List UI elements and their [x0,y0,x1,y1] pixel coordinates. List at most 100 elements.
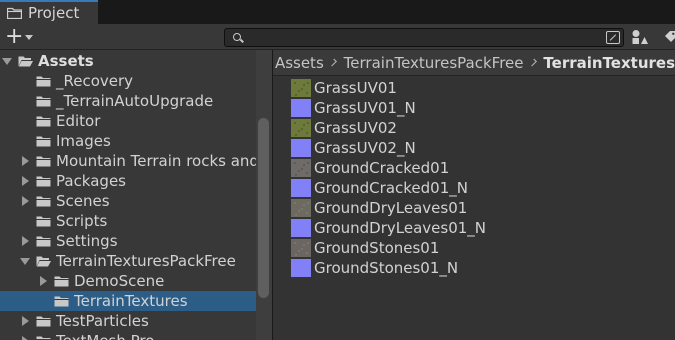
asset-item-label: GroundCracked01_N [314,179,468,197]
texture-thumbnail-icon [291,159,311,177]
normal-map-thumbnail-icon [291,259,311,277]
asset-item-label: GroundDryLeaves01 [314,199,468,217]
folder-icon [36,156,51,167]
asset-item-label: GroundStones01_N [314,259,459,277]
normal-map-thumbnail-icon [291,139,311,157]
folder-icon [54,276,69,287]
texture-thumbnail-icon [291,199,311,217]
expand-arrow-right-icon[interactable] [22,156,29,166]
asset-item-label: GrassUV01_N [314,99,416,117]
plus-icon: + [5,24,24,49]
tree-item-label: _TerrainAutoUpgrade [56,92,214,110]
asset-item[interactable]: GrassUV01_N [291,98,416,118]
folder-icon [36,116,51,127]
texture-thumbnail-icon [291,239,311,257]
tree-item-label: DemoScene [74,272,165,290]
breadcrumb-terraintextures[interactable]: TerrainTextures [543,54,675,72]
tree-item-label: Images [56,132,111,150]
tree-item-label: _Recovery [56,72,134,90]
texture-thumbnail-icon [291,79,311,97]
tree-item-label: TerrainTextures [74,292,188,310]
tree-item-recovery[interactable]: _Recovery [0,71,256,91]
search-input[interactable] [247,29,597,46]
tree-item-settings[interactable]: Settings [0,231,256,251]
tree-item-terrainautoupgrade[interactable]: _TerrainAutoUpgrade [0,91,256,111]
tree-item-label: Scenes [56,192,110,210]
tree-item-label: TextMesh Pro [56,332,154,340]
breadcrumb-assets[interactable]: Assets [275,54,324,72]
tree-item-textmesh-pro[interactable]: TextMesh Pro [0,331,256,340]
toolbar: + [0,24,675,50]
tree-item-label: Packages [56,172,126,190]
tree-item-label: TerrainTexturesPackFree [56,252,236,270]
search-icon [233,33,241,41]
asset-item[interactable]: GrassUV01 [291,78,397,98]
tree-scrollbar-thumb[interactable] [258,118,269,298]
asset-item[interactable]: GroundDryLeaves01_N [291,218,486,238]
texture-thumbnail-icon [291,119,311,137]
tree-item-label: Settings [56,232,118,250]
chevron-down-icon [25,34,34,40]
folder-icon [36,176,51,187]
folder-open-icon [36,256,51,267]
folder-icon [36,136,51,147]
expand-arrow-down-icon[interactable] [20,258,30,265]
filter-by-type-icon[interactable] [631,29,649,45]
folder-icon [36,96,51,107]
folder-icon [36,76,51,87]
expand-arrow-right-icon[interactable] [22,316,29,326]
search-box[interactable] [224,28,624,47]
tree-item-packages[interactable]: Packages [0,171,256,191]
asset-item[interactable]: GrassUV02_N [291,138,416,158]
tree-item-assets[interactable]: Assets [0,51,256,71]
asset-item[interactable]: GroundStones01_N [291,258,458,278]
filter-by-label-icon[interactable] [664,30,675,44]
asset-item[interactable]: GroundCracked01_N [291,178,468,198]
normal-map-thumbnail-icon [291,99,311,117]
tree-item-scenes[interactable]: Scenes [0,191,256,211]
tree-item-scripts[interactable]: Scripts [0,211,256,231]
tab-label: Project [28,4,80,22]
asset-item-label: GroundCracked01 [314,159,450,177]
tree-item-testparticles[interactable]: TestParticles [0,311,256,331]
breadcrumb-terraintexturespackfree[interactable]: TerrainTexturesPackFree [344,54,524,72]
expand-arrow-down-icon[interactable] [2,58,12,65]
tree-scrollbar[interactable] [256,50,272,340]
asset-item[interactable]: GroundCracked01 [291,158,449,178]
normal-map-thumbnail-icon [291,219,311,237]
tree-item-images[interactable]: Images [0,131,256,151]
folder-icon [36,236,51,247]
asset-item[interactable]: GroundStones01 [291,238,439,258]
asset-item[interactable]: GrassUV02 [291,118,397,138]
tree-item-label: Mountain Terrain rocks and tr [56,152,256,170]
expand-arrow-right-icon[interactable] [40,276,47,286]
asset-item[interactable]: GroundDryLeaves01 [291,198,467,218]
tree-item-terraintexturespackfree[interactable]: TerrainTexturesPackFree [0,251,256,271]
asset-item-label: GroundStones01 [314,239,440,257]
expand-arrow-right-icon[interactable] [22,236,29,246]
asset-item-label: GrassUV01 [314,79,397,97]
asset-item-label: GroundDryLeaves01_N [314,219,487,237]
tree-item-editor[interactable]: Editor [0,111,256,131]
asset-list-panel: Assets TerrainTexturesPackFree TerrainTe… [273,50,675,340]
expand-arrow-right-icon[interactable] [22,196,29,206]
chevron-right-icon [328,58,337,67]
tree-item-label: TestParticles [56,312,149,330]
create-button[interactable]: + [2,26,38,48]
tree-item-mountain-terrain-rocks-and-tr[interactable]: Mountain Terrain rocks and tr [0,151,256,171]
asset-item-label: GrassUV02 [314,119,397,137]
folder-icon [36,216,51,227]
tree-item-label: Scripts [56,212,108,230]
expand-arrow-right-icon[interactable] [22,176,29,186]
tree-item-label: Editor [56,112,101,130]
tree-item-label: Assets [38,52,94,70]
folder-open-icon [18,56,33,67]
search-by-type-icon[interactable] [606,31,620,44]
tree-item-demoscene[interactable]: DemoScene [0,271,256,291]
tab-project[interactable]: Project [0,0,98,24]
folder-icon [36,336,51,340]
normal-map-thumbnail-icon [291,179,311,197]
expand-arrow-right-icon[interactable] [22,336,29,340]
tree-item-terraintextures[interactable]: TerrainTextures [0,291,256,311]
folder-icon [36,196,51,207]
